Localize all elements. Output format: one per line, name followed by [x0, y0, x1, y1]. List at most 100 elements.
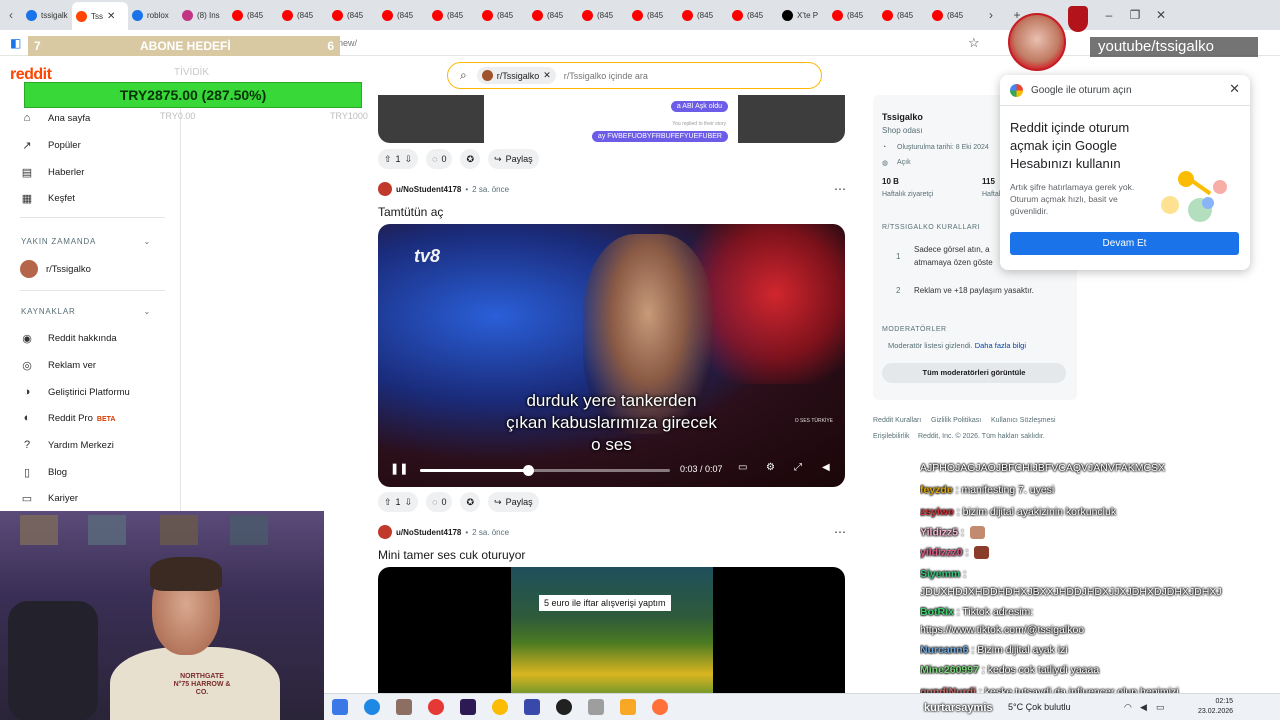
close-window-icon[interactable]: ✕ — [1148, 8, 1174, 22]
user-avatar[interactable] — [378, 525, 392, 539]
post-author[interactable]: u/NoStudent4178 — [396, 185, 461, 194]
post-video-thumbnail[interactable]: 5 euro ile iftar alışverişi yaptım — [378, 567, 845, 693]
upvote-icon[interactable]: ⇧ — [384, 154, 392, 165]
volume-tray-icon[interactable]: ◀ — [1140, 702, 1147, 713]
video-progress-track[interactable] — [420, 465, 670, 476]
browser-tab[interactable]: tssigalko — [22, 3, 72, 27]
resources-section-toggle[interactable]: KAYNAKLAR ⌄ — [21, 307, 151, 316]
sidebar-item-reddit-about[interactable]: ◉ Reddit hakkında — [20, 328, 116, 348]
rule-text[interactable]: Reklam ve +18 paylaşım yasaktır. — [914, 286, 1034, 295]
downvote-icon[interactable]: ⇩ — [405, 154, 413, 165]
browser-tab[interactable]: Tss ✕ — [72, 2, 128, 30]
browser-tab[interactable]: (845 — [878, 3, 928, 27]
app-icon[interactable] — [588, 699, 604, 715]
browser-tab[interactable]: (845 — [478, 3, 528, 27]
search-bar[interactable]: ⌕ r/Tssigalko ✕ — [447, 62, 822, 89]
recent-item[interactable]: r/Tssigalko — [20, 259, 91, 279]
sidebar-item-reddit-pro[interactable]: ◐ Reddit Pro BETA — [20, 408, 116, 428]
footer-link[interactable]: Erişilebilirlik — [873, 433, 910, 440]
comments-button[interactable]: ◌ 0 — [426, 149, 453, 169]
browser-tab[interactable]: (8) Ins — [178, 3, 228, 27]
video-player[interactable]: tv8 durduk yere tankerden çıkan kabuslar… — [378, 224, 845, 487]
browser-tab[interactable]: (845 — [278, 3, 328, 27]
post-title[interactable]: Tamtütün aç — [378, 205, 443, 219]
footer-link[interactable]: Gizlilik Politikası — [931, 417, 981, 424]
footer-link[interactable]: Kullanıcı Sözleşmesi — [991, 417, 1056, 424]
close-icon[interactable]: ✕ — [1229, 81, 1240, 97]
tab-scroll-left-icon[interactable]: ‹ — [0, 8, 22, 22]
wifi-icon[interactable]: ◠ — [1124, 702, 1132, 713]
file-explorer-icon[interactable] — [620, 699, 636, 715]
browser-tab[interactable]: X'te P — [778, 3, 828, 27]
weather-widget[interactable]: 5°C Çok bulutlu — [1008, 702, 1071, 712]
sidebar-item-developer[interactable]: ◑ Geliştirici Platformu — [20, 382, 130, 402]
view-all-moderators-button[interactable]: Tüm moderatörleri görüntüle — [882, 363, 1066, 383]
continue-button[interactable]: Devam Et — [1010, 232, 1239, 255]
obs-icon[interactable] — [556, 699, 572, 715]
recent-section-toggle[interactable]: YAKIN ZAMANDA ⌄ — [21, 237, 151, 246]
edge-icon[interactable] — [364, 699, 380, 715]
browser-tab[interactable]: (845 — [828, 3, 878, 27]
upvote-icon[interactable]: ⇧ — [384, 497, 392, 508]
video-scrubber-handle[interactable] — [522, 465, 534, 476]
more-options-icon[interactable]: ⋯ — [834, 182, 846, 196]
user-avatar[interactable] — [378, 182, 392, 196]
post-title[interactable]: Mini tamer ses cuk oturuyor — [378, 548, 525, 562]
rule-text[interactable]: Sadece görsel atın, a — [914, 245, 990, 254]
clock[interactable]: 02:15 23.02.2026 — [1198, 697, 1233, 717]
share-button[interactable]: ↪ Paylaş — [488, 492, 539, 512]
browser-tab[interactable]: (845 — [678, 3, 728, 27]
restore-icon[interactable]: ❐ — [1122, 8, 1148, 22]
rule-text[interactable]: atmamaya özen göste — [914, 258, 993, 267]
sidebar-item-blog[interactable]: ▯ Blog — [20, 462, 67, 482]
award-button[interactable]: ✪ — [460, 149, 481, 169]
browser-tab[interactable]: (845 — [328, 3, 378, 27]
volume-icon[interactable]: ◀ — [822, 462, 830, 473]
sidebar-item-advertise[interactable]: ◎ Reklam ver — [20, 355, 96, 375]
battery-icon[interactable]: ▭ — [1156, 702, 1165, 713]
browser-tab[interactable]: (845 — [578, 3, 628, 27]
browser-tab[interactable]: (845 — [428, 3, 478, 27]
chrome-icon[interactable] — [492, 699, 508, 715]
downvote-icon[interactable]: ⇩ — [405, 497, 413, 508]
captions-icon[interactable]: ▭ — [738, 462, 747, 473]
post-image-chat-screenshot[interactable]: a ABİ Aşk oldu You replied to their stor… — [378, 95, 845, 143]
sidebar-item-careers[interactable]: ▭ Kariyer — [20, 488, 78, 508]
firefox-icon[interactable] — [652, 699, 668, 715]
browser-tab[interactable]: (845 — [628, 3, 678, 27]
sidebar-item-popular[interactable]: ↗ Popüler — [20, 135, 80, 155]
footer-link[interactable]: Reddit Kuralları — [873, 417, 921, 424]
start-icon[interactable] — [332, 699, 348, 715]
sidebar-item-news[interactable]: ▤ Haberler — [20, 162, 85, 182]
more-info-link[interactable]: Daha fazla bilgi — [975, 341, 1026, 350]
browser-tab[interactable]: (845 — [378, 3, 428, 27]
browser-tab[interactable]: (845 — [728, 3, 778, 27]
fullscreen-icon[interactable]: ⤢ — [794, 462, 802, 473]
share-button[interactable]: ↪ Paylaş — [488, 149, 539, 169]
award-button[interactable]: ✪ — [460, 492, 481, 512]
settings-icon[interactable]: ⚙ — [766, 462, 775, 473]
browser-tab[interactable]: (845 — [928, 3, 978, 27]
browser-tab[interactable]: (845 — [528, 3, 578, 27]
app-icon[interactable] — [524, 699, 540, 715]
minimize-icon[interactable]: – — [1096, 8, 1122, 22]
sidebar-item-explore[interactable]: ▦ Keşfet — [20, 188, 75, 208]
chip-remove-icon[interactable]: ✕ — [543, 70, 551, 81]
site-info-icon[interactable]: ◧ — [10, 36, 21, 50]
subreddit-search-chip[interactable]: r/Tssigalko ✕ — [476, 67, 556, 84]
comments-button[interactable]: ◌ 0 — [426, 492, 453, 512]
premiere-icon[interactable] — [460, 699, 476, 715]
sidebar-item-help[interactable]: ? Yardım Merkezi — [20, 435, 114, 455]
browser-tab[interactable]: roblox — [128, 3, 178, 27]
bookmark-star-icon[interactable]: ☆ — [968, 35, 980, 51]
app-icon[interactable] — [396, 699, 412, 715]
opera-icon[interactable] — [428, 699, 444, 715]
tab-scroll-right-icon[interactable]: › — [978, 8, 1004, 22]
browser-tab[interactable]: (845 — [228, 3, 278, 27]
close-tab-icon[interactable]: ✕ — [107, 11, 115, 22]
url-text[interactable]: new/ — [338, 38, 357, 48]
search-input[interactable] — [563, 70, 764, 81]
sidebar-item-home[interactable]: ⌂ Ana sayfa — [20, 108, 91, 128]
pause-icon[interactable]: ❚❚ — [390, 462, 408, 475]
more-options-icon[interactable]: ⋯ — [834, 525, 846, 539]
